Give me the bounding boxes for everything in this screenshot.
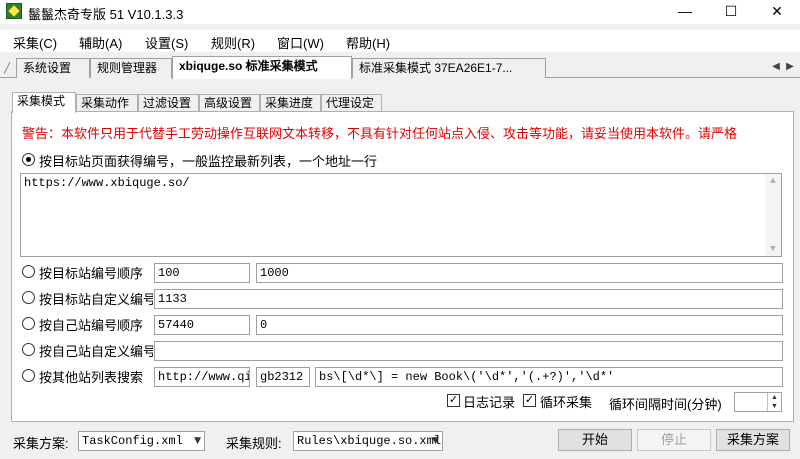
- tab-xbiquge-standard[interactable]: xbiquge.so 标准采集模式: [172, 56, 352, 79]
- target-custom-input[interactable]: 1133: [154, 289, 783, 309]
- scroll-up-icon[interactable]: ▲: [765, 176, 781, 186]
- app-icon: [6, 3, 22, 19]
- subtab-filter-settings[interactable]: 过滤设置: [138, 94, 199, 112]
- start-button[interactable]: 开始: [558, 429, 632, 451]
- own-seq-from-input[interactable]: 57440: [154, 315, 250, 335]
- own-seq-label: 按自己站编号顺序: [39, 318, 144, 333]
- interval-spin-buttons[interactable]: ▲ ▼: [767, 393, 781, 411]
- rule-select[interactable]: Rules\xbiquge.so.xml ▼: [293, 431, 443, 451]
- radio-list-mode[interactable]: [22, 153, 35, 166]
- chevron-down-icon: ▼: [194, 436, 201, 446]
- radio-target-seq[interactable]: [22, 265, 35, 278]
- target-custom-label: 按目标站自定义编号: [39, 292, 153, 307]
- interval-label: 循环间隔时间(分钟): [609, 397, 722, 412]
- stop-button[interactable]: 停止: [637, 429, 711, 451]
- list-urls-text: https://www.xbiquge.so/: [24, 176, 190, 190]
- subtab-collect-action[interactable]: 采集动作: [76, 94, 138, 112]
- tab-edge-icon: [4, 62, 10, 74]
- scheme-button[interactable]: 采集方案: [716, 429, 790, 451]
- scheme-select[interactable]: TaskConfig.xml ▼: [78, 431, 205, 451]
- chevron-down-icon: ▼: [432, 436, 439, 446]
- radio-own-custom[interactable]: [22, 343, 35, 356]
- log-label: 日志记录: [463, 395, 516, 410]
- other-search-label: 按其他站列表搜索: [39, 370, 144, 385]
- scroll-down-icon[interactable]: ▼: [765, 244, 781, 254]
- list-urls-textarea[interactable]: https://www.xbiquge.so/ ▲ ▼: [20, 173, 782, 257]
- target-seq-from-input[interactable]: 100: [154, 263, 250, 283]
- loop-label: 循环采集: [540, 395, 593, 410]
- tab-standard-37ea26e1[interactable]: 标准采集模式 37EA26E1-7...: [352, 58, 546, 78]
- other-search-url-input[interactable]: http://www.qidian.com/: [154, 367, 250, 387]
- minimize-button[interactable]: —: [662, 0, 708, 24]
- window-title: 鬣鬣杰奇专版 51 V10.1.3.3: [28, 7, 184, 22]
- rule-value: Rules\xbiquge.so.xml: [297, 434, 442, 448]
- radio-target-custom[interactable]: [22, 291, 35, 304]
- tab-system-settings[interactable]: 系统设置: [16, 58, 90, 78]
- own-custom-label: 按自己站自定义编号: [39, 344, 153, 359]
- tab-scroll-left-icon[interactable]: ◀: [770, 59, 782, 75]
- tab-scroll-right-icon[interactable]: ▶: [784, 59, 796, 75]
- list-mode-label: 按目标站页面获得编号，一般监控最新列表，一个地址一行: [39, 154, 378, 169]
- menu-assist[interactable]: 辅助(A): [79, 33, 122, 52]
- maximize-button[interactable]: ☐: [708, 0, 754, 24]
- interval-spinner[interactable]: ▲ ▼: [734, 392, 782, 412]
- menu-collect[interactable]: 采集(C): [13, 33, 57, 52]
- menu-window[interactable]: 窗口(W): [277, 33, 324, 52]
- other-search-regex-input[interactable]: bs\[\d*\] = new Book\('\d*','(.+?)','\d*…: [315, 367, 783, 387]
- title-bar: 鬣鬣杰奇专版 51 V10.1.3.3 — ☐ ✕: [0, 0, 800, 24]
- target-seq-label: 按目标站编号顺序: [39, 266, 144, 281]
- subtab-advanced-settings[interactable]: 高级设置: [199, 94, 260, 112]
- subtab-collect-progress[interactable]: 采集进度: [260, 94, 321, 112]
- radio-own-seq[interactable]: [22, 317, 35, 330]
- spin-down-icon[interactable]: ▼: [768, 402, 781, 411]
- own-custom-input[interactable]: [154, 341, 783, 361]
- own-seq-to-input[interactable]: 0: [256, 315, 783, 335]
- spin-up-icon[interactable]: ▲: [768, 393, 781, 402]
- close-button[interactable]: ✕: [754, 0, 800, 24]
- rule-label: 采集规则:: [226, 436, 282, 451]
- document-tabs: 系统设置 规则管理器 xbiquge.so 标准采集模式 标准采集模式 37EA…: [0, 56, 800, 79]
- warning-text: 警告：本软件只用于代替手工劳动操作互联网文本转移，不具有针对任何站点入侵、攻击等…: [22, 126, 738, 141]
- log-checkbox[interactable]: ✓: [447, 394, 460, 407]
- textarea-scrollbar[interactable]: ▲ ▼: [765, 174, 781, 256]
- menu-rules[interactable]: 规则(R): [211, 33, 255, 52]
- menu-settings[interactable]: 设置(S): [145, 33, 188, 52]
- subtab-collect-mode[interactable]: 采集模式: [12, 92, 76, 113]
- loop-checkbox[interactable]: ✓: [523, 394, 536, 407]
- radio-other-search[interactable]: [22, 369, 35, 382]
- menu-help[interactable]: 帮助(H): [346, 33, 390, 52]
- target-seq-to-input[interactable]: 1000: [256, 263, 783, 283]
- subtab-proxy-settings[interactable]: 代理设定: [321, 94, 382, 112]
- menu-bar: 采集(C) 辅助(A) 设置(S) 规则(R) 窗口(W) 帮助(H): [0, 30, 800, 52]
- tab-rule-manager[interactable]: 规则管理器: [90, 58, 172, 78]
- other-search-encoding-input[interactable]: gb2312: [256, 367, 310, 387]
- scheme-label: 采集方案:: [13, 436, 69, 451]
- scheme-value: TaskConfig.xml: [82, 434, 183, 448]
